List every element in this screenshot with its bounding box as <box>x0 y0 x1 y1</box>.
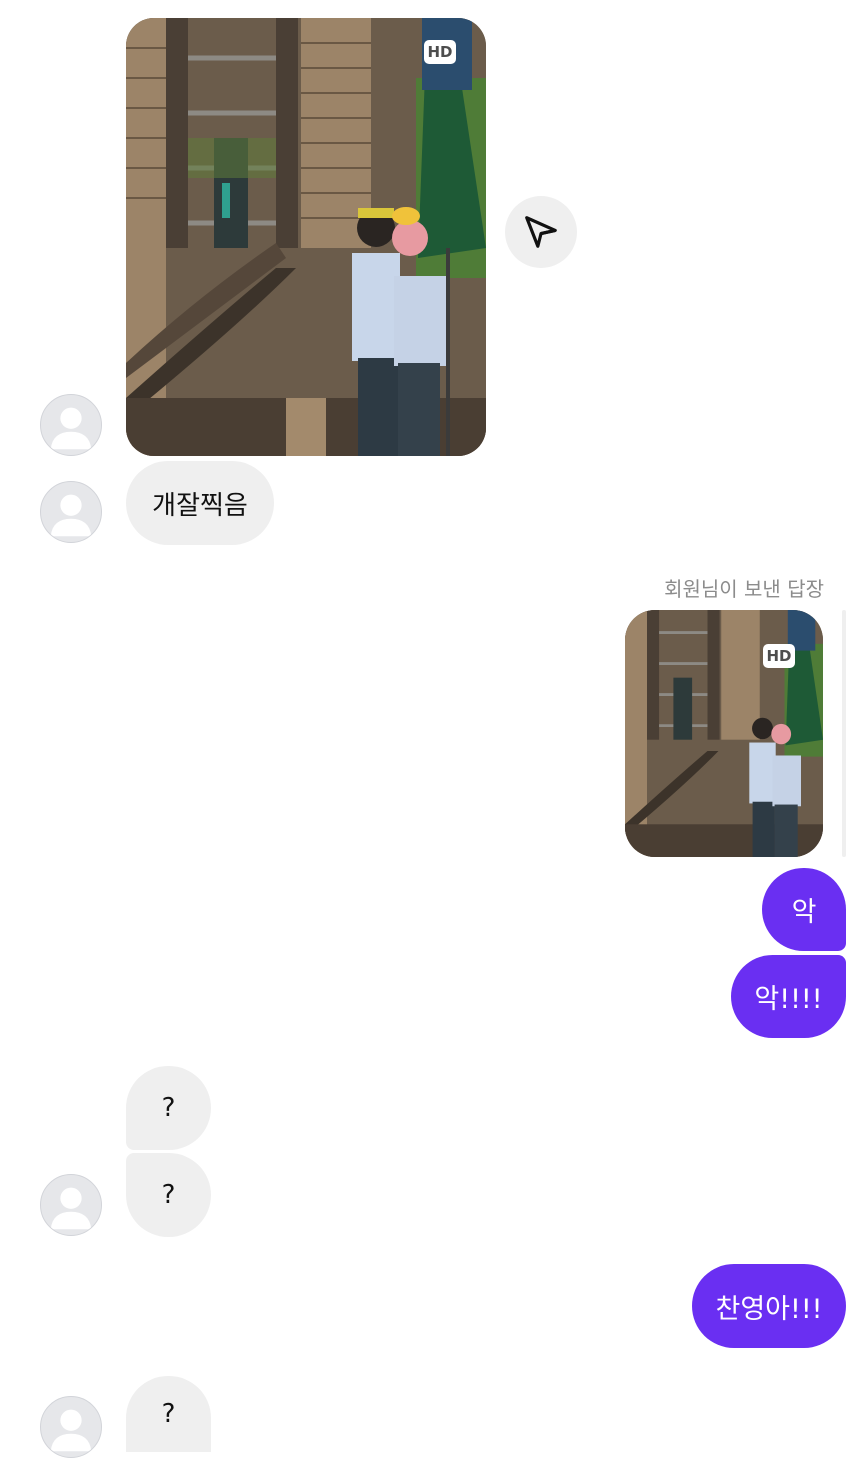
sender-avatar[interactable] <box>40 1174 102 1236</box>
incoming-message[interactable]: ? <box>126 1376 211 1452</box>
incoming-message[interactable]: 개잘찍음 <box>126 461 274 545</box>
default-profile-icon <box>50 494 92 537</box>
default-profile-icon <box>50 1409 92 1452</box>
outgoing-message[interactable]: 찬영아!!! <box>692 1264 846 1348</box>
incoming-message[interactable]: ? <box>126 1066 211 1150</box>
reply-quote-bar <box>842 610 846 857</box>
default-profile-icon <box>50 407 92 450</box>
reply-label: 회원님이 보낸 답장 <box>664 577 824 601</box>
sender-avatar[interactable] <box>40 481 102 543</box>
hd-badge: HD <box>763 644 795 668</box>
paper-plane-icon <box>525 216 557 248</box>
outgoing-message[interactable]: 악!!!! <box>731 955 846 1038</box>
sender-avatar[interactable] <box>40 1396 102 1458</box>
roller-coaster-photo <box>126 18 486 456</box>
replied-photo[interactable]: HD <box>625 610 823 857</box>
share-button[interactable] <box>505 196 577 268</box>
outgoing-message[interactable]: 악 <box>762 868 846 951</box>
hd-badge: HD <box>424 40 456 64</box>
default-profile-icon <box>50 1187 92 1230</box>
received-photo[interactable]: HD <box>126 18 486 456</box>
incoming-message[interactable]: ? <box>126 1153 211 1237</box>
sender-avatar[interactable] <box>40 394 102 456</box>
